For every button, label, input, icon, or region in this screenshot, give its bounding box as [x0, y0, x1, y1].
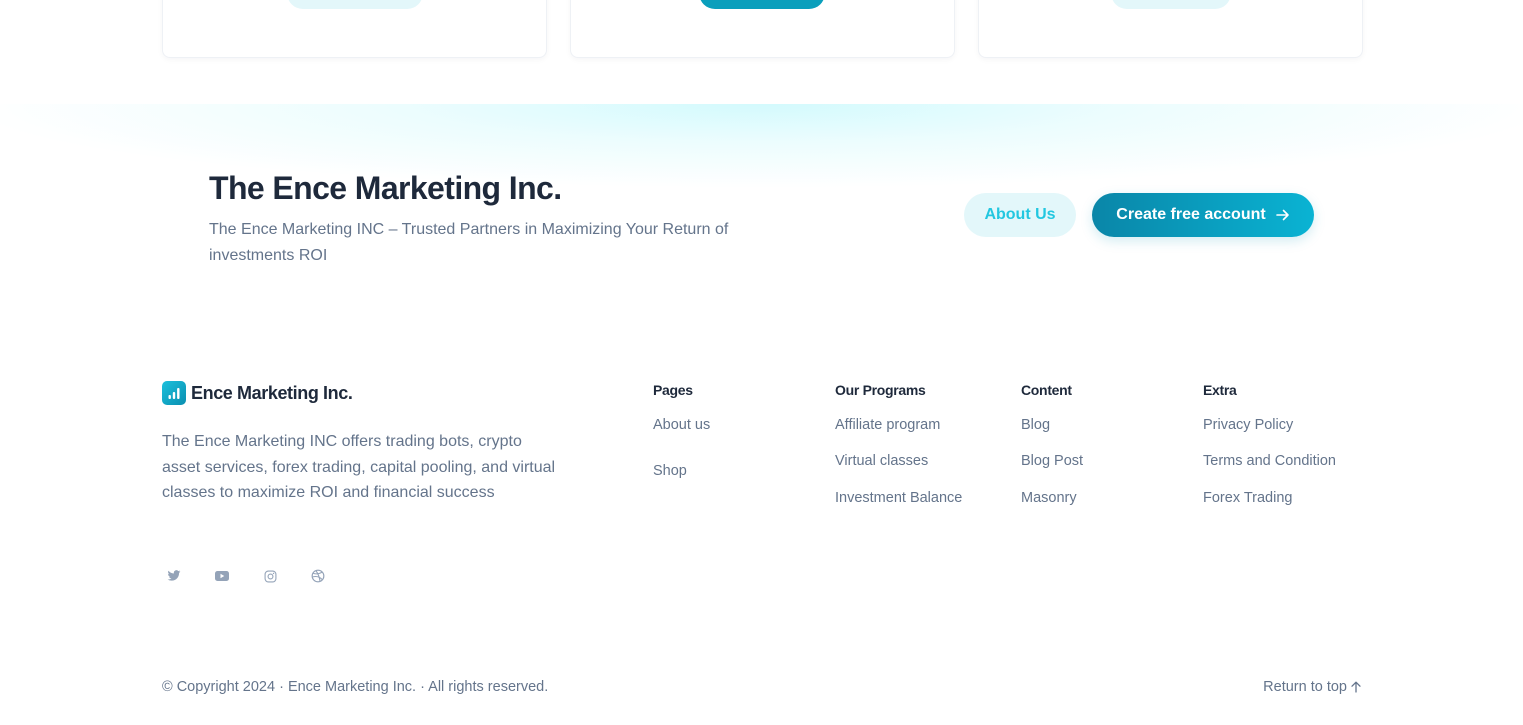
footer-link-about-us[interactable]: About us: [653, 416, 710, 434]
about-us-button-label: About Us: [984, 206, 1056, 223]
pricing-card-3-button[interactable]: [1111, 0, 1231, 9]
cta-title: The Ence Marketing Inc.: [209, 170, 562, 206]
cta-description: The Ence Marketing INC – Trusted Partner…: [209, 221, 729, 264]
footer-column-extra: Extra Privacy Policy Terms and Condition…: [1203, 381, 1336, 506]
footer-link-forex-trading[interactable]: Forex Trading: [1203, 489, 1292, 507]
footer-link-blog-post[interactable]: Blog Post: [1021, 452, 1083, 470]
pricing-card-2-button[interactable]: [699, 0, 825, 9]
return-to-top-label: Return to top: [1263, 679, 1347, 695]
return-to-top-link[interactable]: Return to top: [1263, 678, 1361, 696]
logo-icon[interactable]: [162, 381, 186, 405]
dribbble-icon[interactable]: [308, 566, 328, 586]
footer-brand-name[interactable]: Ence Marketing Inc.: [191, 381, 353, 405]
footer-column-heading: Content: [1021, 382, 1072, 398]
footer-column-heading: Our Programs: [835, 382, 926, 398]
pricing-card-1-button[interactable]: [287, 0, 423, 9]
footer-link-masonry[interactable]: Masonry: [1021, 489, 1077, 507]
create-account-button-label: Create free account: [1116, 206, 1266, 223]
footer-link-virtual-classes[interactable]: Virtual classes: [835, 452, 928, 470]
footer-link-blog[interactable]: Blog: [1021, 416, 1050, 434]
twitter-icon[interactable]: [164, 566, 184, 586]
arrow-up-icon: [1351, 681, 1361, 693]
footer-column-content: Content Blog Blog Post Masonry: [1021, 381, 1083, 506]
footer-link-investment-balance[interactable]: Investment Balance: [835, 489, 962, 507]
footer-column-pages: Pages About us Shop: [653, 381, 710, 479]
copyright-text: © Copyright 2024 · Ence Marketing Inc. ·…: [162, 679, 549, 695]
pricing-card-3: [978, 0, 1363, 58]
pricing-card-2: [570, 0, 955, 58]
footer-link-shop[interactable]: Shop: [653, 462, 687, 480]
youtube-icon[interactable]: [212, 566, 232, 586]
footer-column-programs: Our Programs Affiliate program Virtual c…: [835, 381, 962, 506]
about-us-button[interactable]: About Us: [964, 193, 1076, 237]
footer-column-heading: Pages: [653, 382, 693, 398]
footer-link-privacy-policy[interactable]: Privacy Policy: [1203, 416, 1293, 434]
footer-brand-description: The Ence Marketing INC offers trading bo…: [162, 433, 556, 502]
arrow-right-icon: [1275, 209, 1290, 221]
footer-column-heading: Extra: [1203, 382, 1237, 398]
pricing-card-1: [162, 0, 547, 58]
instagram-icon[interactable]: [260, 566, 280, 586]
create-account-button[interactable]: Create free account: [1092, 193, 1314, 237]
footer-link-affiliate-program[interactable]: Affiliate program: [835, 416, 940, 434]
footer-link-terms-and-condition[interactable]: Terms and Condition: [1203, 452, 1336, 470]
